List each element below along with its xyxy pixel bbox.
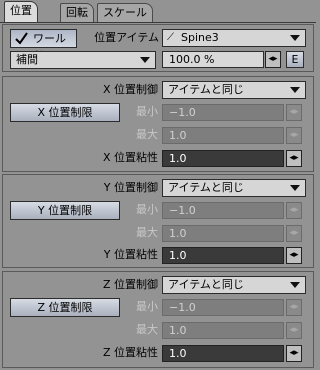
y-position-control-value: アイテムと同じ — [168, 181, 244, 194]
position-item-value: Spine3 — [181, 31, 219, 44]
chevron-down-icon — [290, 35, 300, 41]
y-position-limit-button[interactable]: Y 位置制限 — [10, 201, 120, 220]
y-max-spinner[interactable]: ◂▸ — [286, 225, 302, 242]
y-min-label: 最小 — [136, 203, 158, 216]
y-viscosity-label: Y 位置粘性 — [103, 248, 158, 261]
z-viscosity-field[interactable]: 1.0 — [162, 345, 284, 362]
z-position-limit-button[interactable]: Z 位置制限 — [10, 298, 120, 317]
y-max-field[interactable]: 1.0 — [162, 225, 284, 242]
interpolation-value: 補間 — [16, 53, 38, 66]
z-min-label: 最小 — [136, 300, 158, 313]
tab-bar: 回転 スケール 位置 — [0, 0, 316, 23]
tab-divider — [0, 22, 316, 23]
top-panel: ワールド 位置アイテム ⟋ Spine3 補間 100.0 % ◂▸ E — [2, 24, 314, 72]
x-min-spinner[interactable]: ◂▸ — [286, 104, 302, 121]
x-viscosity-spinner[interactable]: ◂▸ — [286, 150, 302, 167]
z-position-control-label: Z 位置制御 — [102, 278, 158, 291]
z-position-control-dropdown[interactable]: アイテムと同じ — [162, 276, 306, 294]
x-min-label: 最小 — [136, 105, 158, 118]
z-position-control-value: アイテムと同じ — [168, 278, 244, 291]
x-max-spinner[interactable]: ◂▸ — [286, 127, 302, 144]
z-viscosity-label: Z 位置粘性 — [102, 346, 158, 359]
x-axis-panel: X 位置制御 アイテムと同じ X 位置制限 最小 −1.0 ◂▸ 最大 1.0 … — [2, 76, 314, 172]
y-position-limit-label: Y 位置制限 — [37, 204, 93, 217]
tab-scale[interactable]: スケール — [97, 3, 153, 22]
checkmark-icon — [15, 32, 28, 45]
x-position-control-dropdown[interactable]: アイテムと同じ — [162, 81, 306, 99]
z-max-field[interactable]: 1.0 — [162, 322, 284, 339]
y-position-control-dropdown[interactable]: アイテムと同じ — [162, 179, 306, 197]
position-item-dropdown[interactable]: ⟋ Spine3 — [162, 29, 306, 47]
world-toggle-button[interactable]: ワールド — [10, 29, 77, 62]
x-position-limit-button[interactable]: X 位置制限 — [10, 103, 120, 122]
x-min-field[interactable]: −1.0 — [162, 104, 284, 121]
x-position-limit-label: X 位置制限 — [37, 106, 93, 119]
envelope-button[interactable]: E — [286, 51, 304, 68]
z-position-limit-label: Z 位置制限 — [37, 301, 93, 314]
y-min-spinner[interactable]: ◂▸ — [286, 202, 302, 219]
y-viscosity-field[interactable]: 1.0 — [162, 247, 284, 264]
z-viscosity-spinner[interactable]: ◂▸ — [286, 345, 302, 362]
x-position-control-label: X 位置制御 — [102, 83, 158, 96]
chevron-down-icon — [290, 87, 300, 93]
y-max-label: 最大 — [136, 226, 158, 239]
percent-field[interactable]: 100.0 % — [162, 51, 264, 68]
z-max-spinner[interactable]: ◂▸ — [286, 322, 302, 339]
x-max-field[interactable]: 1.0 — [162, 127, 284, 144]
y-axis-panel: Y 位置制御 アイテムと同じ Y 位置制限 最小 −1.0 ◂▸ 最大 1.0 … — [2, 174, 314, 268]
chevron-down-icon — [290, 185, 300, 191]
x-max-label: 最大 — [136, 128, 158, 141]
y-min-field[interactable]: −1.0 — [162, 202, 284, 219]
bone-icon: ⟋ — [167, 32, 174, 43]
z-min-spinner[interactable]: ◂▸ — [286, 299, 302, 316]
chevron-down-icon — [290, 282, 300, 288]
y-position-control-label: Y 位置制御 — [103, 181, 158, 194]
x-viscosity-field[interactable]: 1.0 — [162, 150, 284, 167]
interpolation-dropdown[interactable]: 補間 — [10, 51, 156, 69]
tab-position[interactable]: 位置 — [4, 1, 38, 23]
x-viscosity-label: X 位置粘性 — [102, 151, 158, 164]
z-axis-panel: Z 位置制御 アイテムと同じ Z 位置制限 最小 −1.0 ◂▸ 最大 1.0 … — [2, 271, 314, 368]
tab-rotation[interactable]: 回転 — [60, 3, 94, 22]
y-viscosity-spinner[interactable]: ◂▸ — [286, 247, 302, 264]
percent-spinner[interactable]: ◂▸ — [265, 51, 281, 68]
z-min-field[interactable]: −1.0 — [162, 299, 284, 316]
position-item-label: 位置アイテム — [94, 31, 159, 44]
z-max-label: 最大 — [136, 323, 158, 336]
x-position-control-value: アイテムと同じ — [168, 83, 244, 96]
chevron-down-icon — [140, 57, 150, 63]
